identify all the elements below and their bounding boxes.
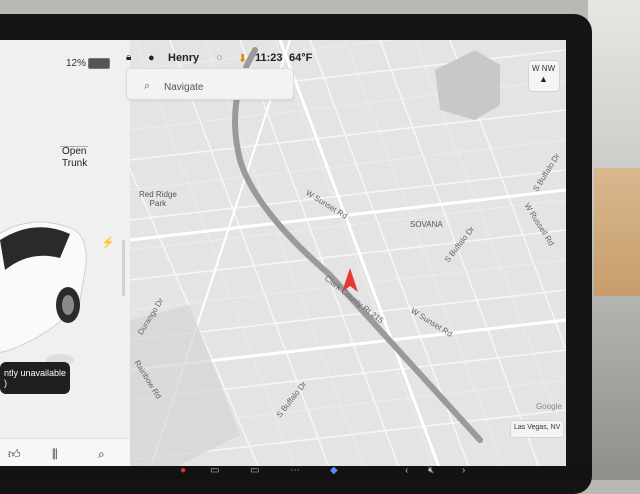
user-profile-icon[interactable]: ● bbox=[148, 52, 155, 64]
search-placeholder[interactable]: Navigate bbox=[164, 82, 203, 93]
app-icon[interactable]: ● bbox=[180, 465, 186, 476]
poi-label: Red Ridge Park bbox=[139, 190, 177, 208]
notification-toast: ntly unavailable ) bbox=[0, 362, 70, 394]
chevron-left-icon[interactable]: ‹ bbox=[405, 465, 408, 476]
map-roads bbox=[99, 40, 566, 470]
sentry-icon[interactable]: ○ bbox=[216, 52, 223, 64]
chevron-right-icon[interactable]: › bbox=[462, 465, 465, 476]
car-image bbox=[0, 221, 87, 366]
compass-arrow-icon: ▲ bbox=[539, 74, 548, 84]
battery-icon bbox=[88, 58, 110, 69]
battery-percent: 12% bbox=[66, 58, 87, 69]
wood-trim bbox=[594, 168, 640, 296]
download-icon[interactable]: ⬇ bbox=[238, 52, 247, 65]
search-icon[interactable]: ⌕ bbox=[98, 447, 105, 462]
app-icon[interactable]: ▭ bbox=[250, 465, 259, 476]
panel-scroll-indicator bbox=[122, 240, 125, 296]
clock: 11:23 bbox=[255, 52, 283, 64]
touchscreen: 12% Open Trunk ⚡ ntly unavailable ) 👍︎ ⫼… bbox=[0, 40, 566, 470]
charge-port-icon[interactable]: ⚡ bbox=[101, 236, 115, 249]
map-view[interactable] bbox=[99, 40, 566, 470]
app-icon[interactable]: ▭ bbox=[210, 465, 219, 476]
app-icon[interactable]: ◆ bbox=[330, 465, 338, 476]
compass-heading: W NW bbox=[532, 64, 556, 73]
user-name[interactable]: Henry bbox=[168, 52, 199, 64]
controls-sliders-icon[interactable]: ⫼ bbox=[52, 447, 58, 462]
outside-temperature: 64°F bbox=[289, 52, 313, 64]
navigate-search-box[interactable] bbox=[126, 68, 294, 100]
google-attribution: Google bbox=[536, 402, 562, 411]
search-icon: ⌕ bbox=[144, 80, 151, 92]
car-panel: 12% Open Trunk ⚡ ntly unavailable ) 👍︎ ⫼… bbox=[0, 40, 130, 470]
lock-icon[interactable]: 🔒︎ bbox=[126, 52, 131, 63]
location-text: Las Vegas, NV bbox=[514, 424, 561, 431]
apps-grid-icon[interactable]: ⋯ bbox=[290, 465, 300, 476]
open-trunk-button[interactable]: Open Trunk bbox=[62, 146, 87, 170]
poi-label: SOVANA bbox=[410, 220, 443, 229]
thumbs-up-icon[interactable]: 👍︎ bbox=[8, 447, 21, 462]
volume-mute-icon[interactable]: 🔇︎ bbox=[428, 465, 434, 476]
